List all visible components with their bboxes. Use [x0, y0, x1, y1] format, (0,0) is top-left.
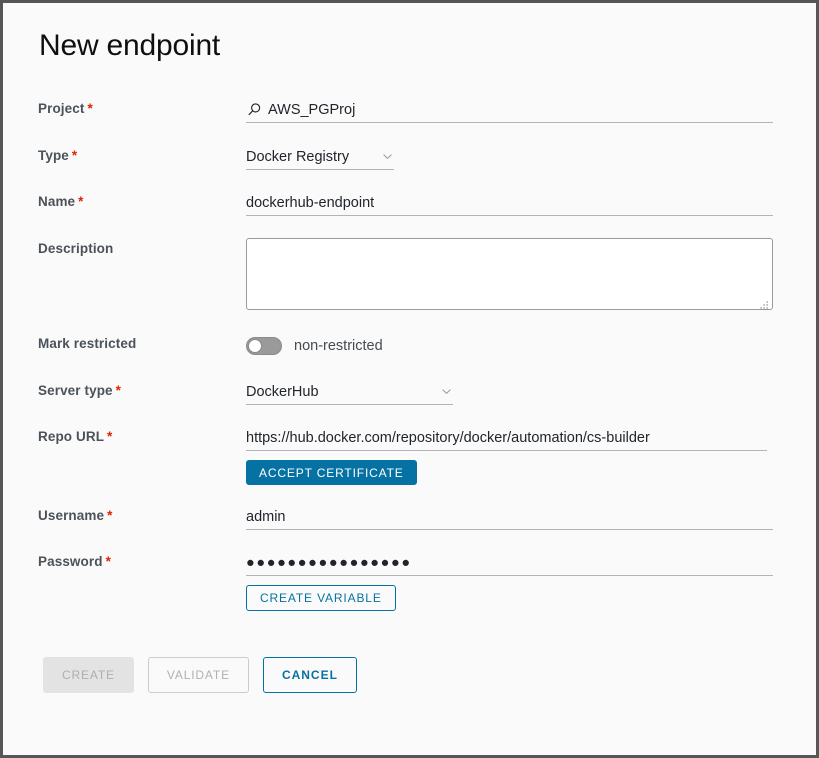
- name-required-asterisk: *: [78, 194, 84, 209]
- password-required-asterisk: *: [105, 554, 111, 569]
- server-type-required-asterisk: *: [115, 383, 122, 398]
- repo-url-control: https://hub.docker.com/repository/docker…: [246, 426, 778, 485]
- username-input[interactable]: admin: [246, 505, 773, 530]
- server-type-control: DockerHub: [246, 380, 778, 405]
- project-required-asterisk: *: [87, 101, 93, 116]
- create-variable-button[interactable]: CREATE VARIABLE: [246, 585, 396, 611]
- field-row-repo-url: Repo URL * https://hub.docker.com/reposit…: [38, 426, 778, 485]
- description-label-text: Description: [38, 241, 114, 256]
- field-row-type: Type * Docker Registry: [38, 145, 778, 171]
- name-value: dockerhub-endpoint: [246, 195, 375, 211]
- create-button[interactable]: CREATE: [43, 657, 134, 693]
- username-label: Username *: [38, 505, 246, 523]
- type-control: Docker Registry: [246, 145, 778, 170]
- field-row-description: Description: [38, 238, 778, 310]
- username-control: admin: [246, 505, 778, 530]
- type-label-text: Type: [38, 148, 69, 163]
- accept-certificate-wrap: ACCEPT CERTIFICATE: [246, 460, 778, 485]
- repo-url-input[interactable]: https://hub.docker.com/repository/docker…: [246, 426, 767, 451]
- server-type-value: DockerHub: [246, 384, 319, 400]
- name-control: dockerhub-endpoint: [246, 191, 778, 216]
- type-value: Docker Registry: [246, 149, 350, 165]
- password-input[interactable]: ●●●●●●●●●●●●●●●●: [246, 551, 773, 576]
- repo-url-label: Repo URL *: [38, 426, 246, 444]
- password-control: ●●●●●●●●●●●●●●●● CREATE VARIABLE: [246, 551, 778, 611]
- server-type-label: Server type *: [38, 380, 246, 398]
- search-icon: [247, 102, 262, 117]
- username-label-text: Username: [38, 508, 105, 523]
- username-required-asterisk: *: [107, 508, 113, 523]
- project-input[interactable]: AWS_PGProj: [246, 98, 773, 123]
- project-value: AWS_PGProj: [268, 102, 356, 118]
- mark-restricted-state-label: non-restricted: [294, 337, 383, 354]
- chevron-down-icon: [381, 150, 394, 163]
- repo-url-required-asterisk: *: [107, 429, 113, 444]
- password-label: Password *: [38, 551, 246, 569]
- type-label: Type *: [38, 145, 246, 163]
- chevron-down-icon: [440, 385, 453, 398]
- field-row-name: Name * dockerhub-endpoint: [38, 191, 778, 217]
- create-variable-wrap: CREATE VARIABLE: [246, 585, 778, 611]
- description-textarea[interactable]: [246, 238, 773, 310]
- password-value: ●●●●●●●●●●●●●●●●: [246, 555, 412, 571]
- page-title: New endpoint: [39, 29, 221, 62]
- field-row-project: Project * AWS_PGProj: [38, 98, 778, 124]
- endpoint-form: New endpoint Project * AWS_PGProj Type *…: [3, 3, 816, 755]
- project-label: Project *: [38, 98, 246, 116]
- name-label: Name *: [38, 191, 246, 209]
- mark-restricted-label-text: Mark restricted: [38, 336, 137, 351]
- toggle-knob: [248, 338, 262, 353]
- mark-restricted-control: non-restricted: [246, 333, 778, 358]
- mark-restricted-label: Mark restricted: [38, 333, 246, 351]
- type-select[interactable]: Docker Registry: [246, 145, 394, 170]
- server-type-label-text: Server type: [38, 383, 113, 398]
- description-label: Description: [38, 238, 246, 256]
- project-control: AWS_PGProj: [246, 98, 778, 123]
- validate-button[interactable]: VALIDATE: [147, 657, 249, 693]
- repo-url-label-text: Repo URL: [38, 429, 105, 444]
- username-value: admin: [246, 509, 286, 525]
- field-row-username: Username * admin: [38, 505, 778, 531]
- description-control: [246, 238, 778, 310]
- name-label-text: Name: [38, 194, 76, 209]
- type-required-asterisk: *: [71, 148, 78, 163]
- password-label-text: Password: [38, 554, 103, 569]
- server-type-select[interactable]: DockerHub: [246, 380, 453, 405]
- mark-restricted-toggle-line: non-restricted: [246, 333, 778, 358]
- resize-grip-icon[interactable]: [760, 297, 769, 309]
- project-label-text: Project: [38, 101, 85, 116]
- dialog-actions: CREATE VALIDATE CANCEL: [43, 657, 778, 693]
- new-endpoint-dialog: New endpoint Project * AWS_PGProj Type *…: [0, 0, 819, 758]
- mark-restricted-toggle[interactable]: [246, 336, 282, 355]
- accept-certificate-button[interactable]: ACCEPT CERTIFICATE: [246, 460, 417, 485]
- field-row-password: Password * ●●●●●●●●●●●●●●●● CREATE VARIAB…: [38, 551, 778, 611]
- field-row-server-type: Server type * DockerHub: [38, 380, 778, 406]
- cancel-button[interactable]: CANCEL: [262, 657, 357, 693]
- repo-url-value: https://hub.docker.com/repository/docker…: [246, 430, 650, 446]
- name-input[interactable]: dockerhub-endpoint: [246, 191, 773, 216]
- field-row-mark-restricted: Mark restricted non-restricted: [38, 333, 778, 359]
